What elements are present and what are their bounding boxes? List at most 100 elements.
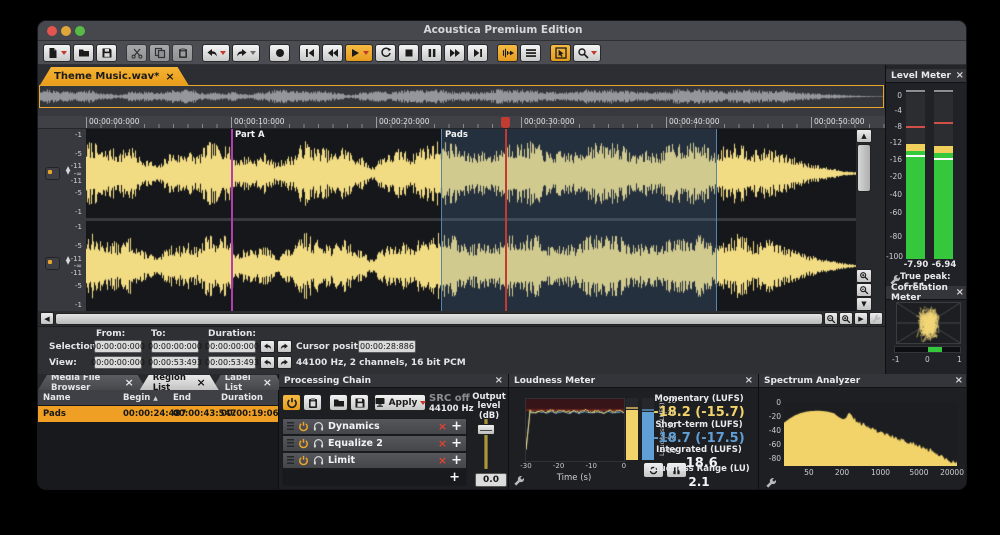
horizontal-scrollbar[interactable]: ◀ ▶: [38, 311, 885, 327]
waveform-canvas-area[interactable]: Part A Pads: [86, 129, 856, 311]
redo-icon[interactable]: [277, 340, 292, 353]
table-row-pads[interactable]: Pads 00:00:24:487 00:00:43:547 00:00:19:…: [38, 406, 278, 422]
close-icon[interactable]: ×: [124, 377, 133, 388]
module-equalize-2[interactable]: Equalize 2×+: [282, 435, 467, 452]
add-module-icon[interactable]: +: [449, 471, 460, 484]
level-view-button[interactable]: [520, 44, 541, 62]
col-begin[interactable]: Begin▲: [123, 393, 173, 403]
close-icon[interactable]: ×: [955, 376, 963, 386]
close-icon[interactable]: ×: [495, 376, 503, 386]
output-fader-handle[interactable]: [477, 424, 495, 435]
close-icon[interactable]: ×: [745, 376, 753, 386]
open-file-button[interactable]: [73, 44, 94, 62]
zoom-out-vertical-icon[interactable]: [856, 283, 872, 297]
close-icon[interactable]: ×: [263, 377, 272, 388]
stop-button[interactable]: [398, 44, 419, 62]
scroll-right-icon[interactable]: ▶: [854, 312, 868, 325]
scroll-up-icon[interactable]: ▲: [856, 129, 872, 143]
vertical-scroll-thumb[interactable]: [857, 144, 871, 192]
zoom-tool-button[interactable]: [573, 44, 601, 62]
overview-waveform[interactable]: [39, 85, 884, 108]
save-file-button[interactable]: [96, 44, 117, 62]
cursor-flag[interactable]: [501, 117, 510, 128]
drag-handle-icon[interactable]: [287, 439, 294, 448]
redo-dropdown-icon[interactable]: [250, 51, 256, 55]
scroll-down-icon[interactable]: ▼: [856, 297, 872, 311]
undo-icon[interactable]: [260, 356, 275, 369]
channel-1-button[interactable]: [45, 167, 60, 180]
redo-icon[interactable]: [277, 356, 292, 369]
region-pads-highlight[interactable]: [441, 129, 717, 311]
pause-button[interactable]: [421, 44, 442, 62]
remove-module-icon[interactable]: ×: [438, 454, 447, 467]
chain-open-button[interactable]: [329, 394, 348, 411]
headphones-icon[interactable]: [313, 421, 324, 432]
new-file-button[interactable]: [43, 44, 71, 62]
time-field[interactable]: 00:00:00:000: [208, 340, 256, 353]
zoom-in-horizontal-icon[interactable]: [839, 312, 853, 325]
close-icon[interactable]: ×: [956, 288, 964, 298]
wave-settings-wrench-icon[interactable]: [869, 312, 883, 325]
zoom-in-vertical-icon[interactable]: [856, 269, 872, 283]
time-field[interactable]: 00:00:00:000: [151, 340, 199, 353]
time-field[interactable]: 00:00:53:493: [151, 356, 199, 369]
insert-module-icon[interactable]: +: [451, 437, 462, 450]
zoom-tool-dropdown-icon[interactable]: [591, 51, 597, 55]
vertical-scroll-track[interactable]: [856, 193, 872, 269]
time-field[interactable]: 00:00:00:000: [94, 356, 142, 369]
region-table-header[interactable]: Name Begin▲ End Duration: [38, 390, 278, 406]
vertical-scrollbar[interactable]: ▲ ▼: [856, 129, 872, 311]
time-ruler[interactable]: 00:00:00:00000:00:10:00000:00:20:00000:0…: [38, 116, 885, 129]
undo-icon[interactable]: [260, 340, 275, 353]
power-icon[interactable]: [298, 438, 309, 449]
chain-paste-button[interactable]: [303, 394, 322, 411]
loop-button[interactable]: [375, 44, 396, 62]
col-duration[interactable]: Duration: [221, 393, 273, 403]
go-to-start-button[interactable]: [299, 44, 320, 62]
play-button[interactable]: [345, 44, 373, 62]
go-to-end-button[interactable]: [467, 44, 488, 62]
loudness-settings-wrench-icon[interactable]: [513, 472, 525, 484]
undo-dropdown-icon[interactable]: [220, 51, 226, 55]
redo-button[interactable]: [232, 44, 260, 62]
chain-save-button[interactable]: [350, 394, 369, 411]
tab-close-icon[interactable]: ×: [165, 71, 174, 82]
horizontal-scroll-thumb[interactable]: [55, 313, 823, 325]
time-field[interactable]: 00:00:00:000: [94, 340, 142, 353]
marker-part-a-line[interactable]: [231, 129, 233, 311]
apply-button[interactable]: Apply: [374, 394, 426, 411]
play-dropdown-icon[interactable]: [363, 51, 369, 55]
close-icon[interactable]: ×: [196, 377, 205, 388]
insert-module-icon[interactable]: +: [451, 454, 462, 467]
time-field[interactable]: 00:00:53:493: [208, 356, 256, 369]
undo-button[interactable]: [202, 44, 230, 62]
channel-2-button[interactable]: [45, 257, 60, 270]
drag-handle-icon[interactable]: [287, 422, 294, 431]
headphones-icon[interactable]: [313, 455, 324, 466]
remove-module-icon[interactable]: ×: [438, 420, 447, 433]
col-end[interactable]: End: [173, 393, 221, 403]
chain-power-button[interactable]: [282, 394, 301, 411]
headphones-icon[interactable]: [313, 438, 324, 449]
dock-tab-region-list[interactable]: Region List×: [140, 375, 219, 390]
rewind-button[interactable]: [322, 44, 343, 62]
scrub-playback-button[interactable]: [497, 44, 518, 62]
spectrum-settings-wrench-icon[interactable]: [765, 474, 777, 486]
power-icon[interactable]: [298, 421, 309, 432]
col-name[interactable]: Name: [38, 393, 123, 403]
tab-theme-music[interactable]: Theme Music.wav* ×: [40, 67, 189, 85]
dock-tab-label-list[interactable]: Label List×: [212, 375, 285, 390]
drag-handle-icon[interactable]: [287, 456, 294, 465]
level-meter-wrench-icon[interactable]: [889, 271, 901, 283]
module-limit[interactable]: Limit×+: [282, 452, 467, 469]
remove-module-icon[interactable]: ×: [438, 437, 447, 450]
new-file-dropdown-icon[interactable]: [61, 51, 67, 55]
module-dynamics[interactable]: Dynamics×+: [282, 418, 467, 435]
dock-tab-media-file-browser[interactable]: Media File Browser×: [38, 375, 147, 390]
record-button[interactable]: [269, 44, 290, 62]
close-icon[interactable]: ×: [956, 71, 964, 81]
selection-tool-button[interactable]: [550, 44, 571, 62]
zoom-out-horizontal-icon[interactable]: [824, 312, 838, 325]
scroll-left-icon[interactable]: ◀: [40, 312, 54, 325]
power-icon[interactable]: [298, 455, 309, 466]
